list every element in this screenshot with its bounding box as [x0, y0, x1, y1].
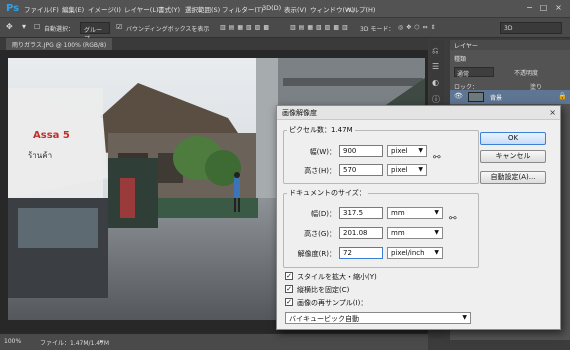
layer-kind-filter[interactable]: 種類 — [454, 54, 466, 63]
document-size-legend: ドキュメントのサイズ： — [287, 188, 368, 198]
width-unit-select[interactable]: pixel ▼ — [387, 145, 427, 157]
maximize-button[interactable]: □ — [538, 3, 549, 13]
constrain-link-icon: ⚯ — [433, 153, 441, 163]
adjustments-icon[interactable]: ◐ — [432, 78, 439, 87]
resample-checkbox[interactable]: ✓ — [285, 298, 293, 306]
minimize-button[interactable]: − — [524, 3, 535, 13]
history-icon[interactable]: ⎌ — [432, 46, 438, 56]
dialog-close-icon[interactable]: × — [549, 108, 556, 117]
resample-label: 画像の再サンプル(I)： — [297, 299, 368, 307]
status-arrow-icon[interactable]: ▸ — [100, 338, 103, 345]
image-size-dialog: 画像解像度 × ピクセル数：1.47M 幅(W)： 900 pixel ▼ 高さ(… — [276, 105, 561, 330]
document-tab-bar: 雨りガラス.JPG @ 100% (RGB/8) — [0, 38, 428, 50]
auto-select-label: 自動選択： — [44, 26, 75, 33]
width-input[interactable]: 900 — [339, 145, 383, 157]
doc-height-label: 高さ(G)： — [304, 230, 336, 238]
doc-constrain-link-icon: ⚯ — [449, 214, 457, 224]
pixel-dimensions-legend: ピクセル数：1.47M — [287, 125, 355, 135]
constrain-proportions-checkbox[interactable]: ✓ — [285, 285, 293, 293]
menu-file[interactable]: ファイル(F) — [24, 4, 59, 14]
3d-mode-label: 3D モード： — [360, 26, 395, 33]
workspace-dropdown[interactable]: 3D — [500, 22, 562, 34]
menu-layer[interactable]: レイヤー(L) — [124, 4, 159, 14]
options-bar: ✥ ▾ ☐ 自動選択： グループ ☑ バウンディングボックスを表示 ▥▤▦▧▨▩… — [0, 18, 570, 43]
checkbox-auto-select-icon[interactable]: ☐ — [34, 23, 40, 31]
constrain-proportions-label: 縦横比を固定(C) — [297, 286, 350, 294]
opacity-label: 不透明度 — [514, 70, 539, 77]
doc-width-input[interactable]: 317.5 — [339, 207, 383, 219]
move-tool-icon[interactable]: ✥ — [6, 22, 13, 31]
menu-image[interactable]: イメージ(I) — [88, 4, 121, 14]
align-icons[interactable]: ▥▤▦▧▨▩ — [220, 24, 272, 31]
menu-edit[interactable]: 編集(E) — [62, 4, 84, 14]
photoshop-logo: Ps — [6, 3, 20, 14]
height-input[interactable]: 570 — [339, 164, 383, 176]
dialog-title-bar[interactable]: 画像解像度 × — [277, 106, 560, 120]
3d-mode-icons[interactable]: ◎✥⬡⇔⇕ — [398, 24, 439, 31]
tool-preset-icon[interactable]: ▾ — [22, 22, 26, 31]
document-tab[interactable]: 雨りガラス.JPG @ 100% (RGB/8) — [6, 38, 113, 50]
resolution-unit-select[interactable]: pixel/inch ▼ — [387, 247, 443, 259]
doc-height-input[interactable]: 201.08 — [339, 227, 383, 239]
visibility-eye-icon[interactable]: 👁 — [454, 92, 463, 100]
distribute-icons[interactable]: ▥▤▦▧▨▩▥ — [290, 24, 351, 31]
layer-name[interactable]: 背景 — [490, 93, 502, 102]
resolution-label: 解像度(R)： — [297, 250, 336, 258]
doc-width-unit-select[interactable]: mm ▼ — [387, 207, 443, 219]
scale-styles-label: スタイルを拡大・縮小(Y) — [297, 273, 377, 281]
bounding-box-label: バウンディングボックスを表示 — [126, 26, 210, 33]
close-window-button[interactable]: × — [553, 3, 564, 13]
auto-button[interactable]: 自動設定(A)... — [480, 171, 546, 184]
svg-text:Assa 5: Assa 5 — [33, 130, 70, 141]
layer-thumbnail — [468, 92, 484, 102]
menu-bar: Ps ファイル(F) 編集(E) イメージ(I) レイヤー(L) 書式(Y) 選… — [0, 0, 570, 18]
properties-icon[interactable]: ☰ — [432, 62, 439, 71]
ok-button[interactable]: OK — [480, 132, 546, 145]
doc-height-unit-select[interactable]: mm ▼ — [387, 227, 443, 239]
layer-lock-icon: 🔒 — [558, 92, 567, 100]
height-unit-select[interactable]: pixel ▼ — [387, 164, 427, 176]
resample-method-select[interactable]: バイキュービック自動 ▼ — [285, 312, 471, 324]
width-label: 幅(W)： — [309, 148, 336, 156]
checkbox-bounding-box-icon[interactable]: ☑ — [116, 23, 122, 31]
menu-filter[interactable]: フィルター(T) — [222, 4, 263, 14]
menu-3d[interactable]: 3D(D) — [262, 4, 281, 12]
auto-select-dropdown[interactable]: グループ — [80, 22, 110, 43]
layers-panel-header: レイヤー — [450, 40, 570, 50]
layer-row-background[interactable]: 👁 背景 🔒 — [450, 90, 570, 104]
scale-styles-checkbox[interactable]: ✓ — [285, 272, 293, 280]
menu-type[interactable]: 書式(Y) — [158, 4, 180, 14]
file-size-info: ファイル：1.47M/1.47M — [40, 340, 110, 347]
height-label: 高さ(H)： — [304, 167, 336, 175]
blend-mode-dropdown[interactable]: 通常 — [454, 67, 494, 78]
menu-help[interactable]: ヘルプ(H) — [346, 4, 375, 14]
layers-panel-title[interactable]: レイヤー — [454, 41, 478, 50]
zoom-level[interactable]: 100% — [4, 338, 21, 345]
resolution-input[interactable]: 72 — [339, 247, 383, 259]
svg-text:ร้านค้า: ร้านค้า — [28, 151, 52, 160]
menu-select[interactable]: 選択範囲(S) — [185, 4, 220, 14]
doc-width-label: 幅(D)： — [311, 210, 336, 218]
menu-view[interactable]: 表示(V) — [284, 4, 307, 14]
info-icon[interactable]: ⓘ — [432, 94, 440, 105]
status-bar: 100% ファイル：1.47M/1.47M ▸ — [0, 333, 428, 350]
cancel-button[interactable]: キャンセル — [480, 150, 546, 163]
dialog-title: 画像解像度 — [282, 109, 317, 117]
